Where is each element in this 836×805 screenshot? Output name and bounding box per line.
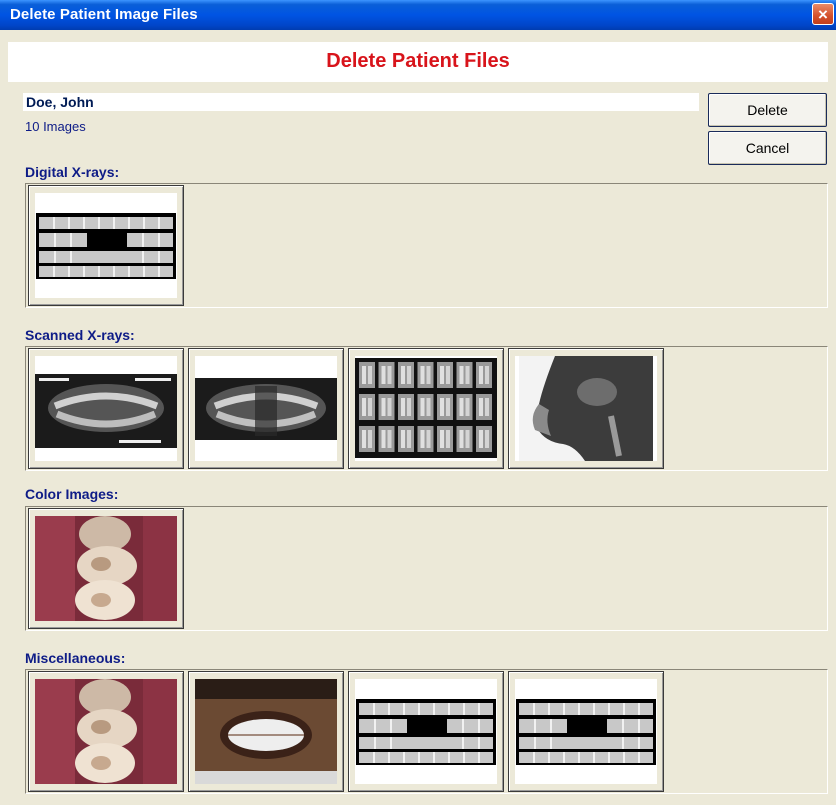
dialog-heading: Delete Patient Files (326, 50, 510, 72)
dialog-header: Delete Patient Files (8, 42, 828, 82)
panoramic-xray-icon (35, 356, 177, 461)
intraoral-photo-icon (35, 679, 177, 784)
digital-xray-thumbnail[interactable] (28, 185, 184, 306)
color-images-strip[interactable] (25, 506, 828, 631)
misc-thumbnail[interactable] (28, 671, 184, 792)
misc-thumbnail[interactable] (348, 671, 504, 792)
scanned-xray-thumbnail[interactable] (508, 348, 664, 469)
patient-name-field: Doe, John (23, 93, 699, 111)
miscellaneous-strip[interactable] (25, 669, 828, 794)
scanned-xray-thumbnail[interactable] (28, 348, 184, 469)
misc-thumbnail[interactable] (508, 671, 664, 792)
title-bar: Delete Patient Image Files × (0, 0, 836, 30)
panoramic-xray-icon (195, 356, 337, 461)
fmx-template-icon (35, 193, 177, 298)
digital-xrays-strip[interactable] (25, 183, 828, 308)
intraoral-photo-icon (35, 516, 177, 621)
window-title: Delete Patient Image Files (10, 6, 198, 23)
cephalometric-xray-icon (515, 356, 657, 461)
close-icon: × (818, 4, 828, 24)
image-count-label: 10 Images (25, 119, 86, 134)
scanned-xray-thumbnail[interactable] (188, 348, 344, 469)
delete-button[interactable]: Delete (708, 93, 827, 127)
close-button[interactable]: × (812, 3, 834, 25)
section-label-color-images: Color Images: (25, 486, 119, 502)
section-label-miscellaneous: Miscellaneous: (25, 650, 126, 666)
smile-photo-icon (195, 679, 337, 784)
color-image-thumbnail[interactable] (28, 508, 184, 629)
cancel-button[interactable]: Cancel (708, 131, 827, 165)
fmx-template-icon (355, 679, 497, 784)
section-label-scanned-xrays: Scanned X-rays: (25, 327, 135, 343)
scanned-xrays-strip[interactable] (25, 346, 828, 471)
section-label-digital-xrays: Digital X-rays: (25, 164, 120, 180)
full-mouth-series-icon (355, 356, 497, 461)
scanned-xray-thumbnail[interactable] (348, 348, 504, 469)
misc-thumbnail[interactable] (188, 671, 344, 792)
fmx-template-icon (515, 679, 657, 784)
